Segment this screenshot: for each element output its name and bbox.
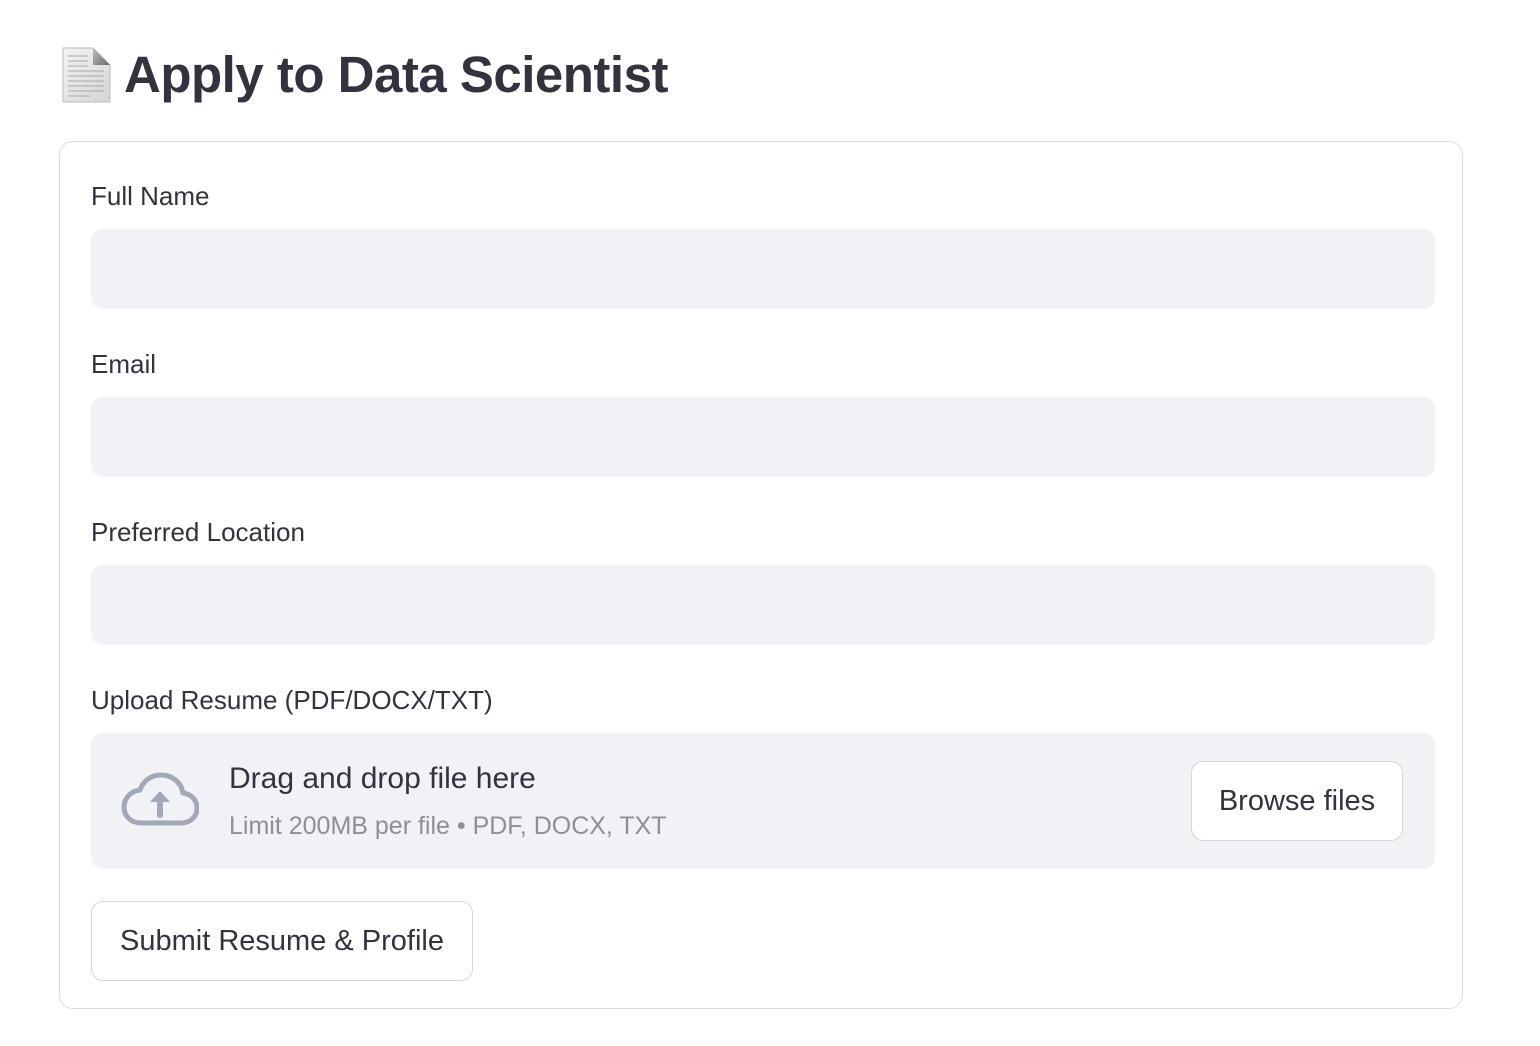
dropzone-subtitle: Limit 200MB per file • PDF, DOCX, TXT — [229, 812, 667, 840]
upload-resume-label: Upload Resume (PDF/DOCX/TXT) — [91, 685, 493, 715]
preferred-location-input[interactable] — [91, 565, 1435, 645]
page: Apply to Data Scientist Full Name Email … — [0, 0, 1540, 1046]
document-icon — [62, 47, 111, 103]
submit-resume-button[interactable]: Submit Resume & Profile — [91, 901, 473, 981]
full-name-input[interactable] — [91, 229, 1435, 309]
email-input[interactable] — [91, 397, 1435, 477]
browse-files-button[interactable]: Browse files — [1191, 761, 1403, 841]
resume-dropzone[interactable]: Drag and drop file here Limit 200MB per … — [91, 733, 1435, 869]
title-row: Apply to Data Scientist — [60, 40, 668, 110]
preferred-location-label: Preferred Location — [91, 517, 305, 547]
email-label: Email — [91, 349, 157, 379]
page-title: Apply to Data Scientist — [124, 46, 668, 103]
dropzone-title: Drag and drop file here — [229, 762, 536, 795]
cloud-upload-icon — [121, 772, 199, 826]
application-form: Full Name Email Preferred Location Uploa… — [59, 141, 1463, 1009]
full-name-label: Full Name — [91, 181, 210, 211]
